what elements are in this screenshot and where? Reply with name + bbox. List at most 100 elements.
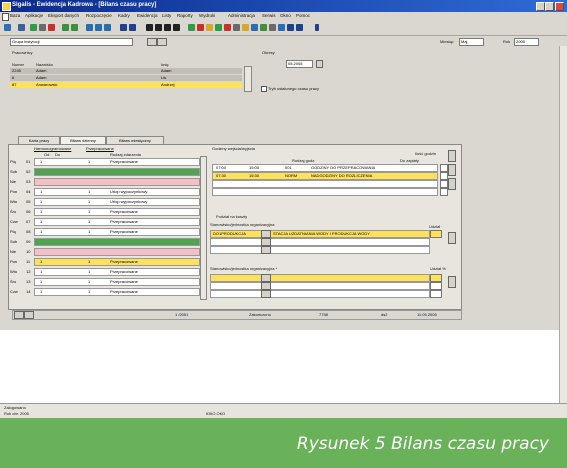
edit-icon[interactable] [206, 24, 213, 31]
employee-row-selected[interactable]: 87 Anwarowski Andrzej [10, 82, 242, 88]
menu-serwis[interactable]: Serwis [262, 13, 276, 18]
tools-icon[interactable] [269, 24, 276, 31]
calendar-row[interactable]: Śro 06 1 1 Przepracowane [10, 208, 200, 216]
refresh-icon[interactable] [86, 24, 93, 31]
arrow-end-icon[interactable] [296, 24, 303, 31]
employee-row[interactable]: 2245 Adam Adam [10, 68, 242, 74]
menu-eksport[interactable]: Eksport danych [48, 13, 79, 18]
up-icon[interactable] [104, 24, 111, 31]
menu-kadry[interactable]: Kadry [118, 13, 130, 18]
calendar-row[interactable]: Czw 07 1 1 Przepracowane [10, 218, 200, 226]
period-spin-button[interactable] [316, 60, 323, 68]
maximize-button[interactable] [545, 2, 554, 11]
event-row-empty[interactable] [212, 180, 438, 188]
structure-row-empty[interactable] [210, 246, 430, 254]
month-field[interactable]: Maj [459, 38, 484, 46]
menu-pomoc[interactable]: Pomoc [296, 13, 310, 18]
first-record-icon[interactable] [146, 24, 153, 31]
main-scrollbar[interactable] [559, 46, 567, 403]
calendar-row[interactable]: Pią 01 1 1 Przepracowane [10, 158, 200, 166]
calendar-row[interactable]: Pią 08 1 1 Przepracowane [10, 228, 200, 236]
minimize-button[interactable] [536, 2, 545, 11]
find-icon[interactable] [48, 24, 55, 31]
nav-forward-icon[interactable] [129, 24, 136, 31]
approve-icon[interactable] [215, 24, 222, 31]
calendar-row[interactable]: Śro 13 1 1 Przepracowane [10, 278, 200, 286]
menu-okno[interactable]: Okno [280, 13, 291, 18]
event-row-selected[interactable]: 07:30 15:30 NORM NADGODZINY DO ROZLICZEN… [212, 172, 438, 180]
delete-icon[interactable] [197, 24, 204, 31]
tab-karta-pracy[interactable]: Karta pracy [18, 136, 60, 144]
structure2-lookup-button[interactable] [261, 282, 271, 290]
calendar-row[interactable]: Nie 03 [10, 178, 200, 186]
sort-icon[interactable] [95, 24, 102, 31]
event-row-empty[interactable] [212, 188, 438, 196]
year-field[interactable]: 2005 [514, 38, 539, 46]
folder-icon[interactable] [242, 24, 249, 31]
employees-scrollbar[interactable] [244, 66, 252, 92]
add-icon[interactable] [188, 24, 195, 31]
nav-back-icon[interactable] [120, 24, 127, 31]
calc-icon[interactable] [233, 24, 240, 31]
save-icon[interactable] [18, 24, 25, 31]
calendar-row[interactable]: Sob 09 [10, 238, 200, 246]
group-field[interactable]: Grupa instytucji [10, 38, 133, 46]
structure2-share-field[interactable] [430, 290, 442, 298]
period-date-field[interactable]: 05.2005 [286, 60, 313, 68]
menu-baza[interactable]: Baza [10, 13, 20, 18]
calendar-row[interactable]: Nie 10 [10, 248, 200, 256]
structure2-share-field[interactable] [430, 282, 442, 290]
filter-icon[interactable] [30, 24, 37, 31]
calendar-scrollbar[interactable] [200, 156, 207, 300]
menu-administracja[interactable]: Administracja [228, 13, 255, 18]
prev-record-icon[interactable] [155, 24, 162, 31]
structure2-share-field[interactable] [430, 274, 442, 282]
employee-row[interactable]: 6 Adam Lis [10, 75, 242, 81]
structure-share-field[interactable] [430, 230, 442, 238]
event-side-checkbox[interactable] [440, 164, 448, 172]
tab-bilans-miesieczny[interactable]: Bilans miesięczny [106, 136, 164, 144]
event-side-checkbox[interactable] [440, 188, 448, 196]
chart-icon[interactable] [224, 24, 231, 31]
structure2-row-selected[interactable] [210, 274, 430, 282]
structure-row-empty[interactable] [210, 238, 430, 246]
exit-icon[interactable] [315, 24, 319, 31]
print-icon[interactable] [39, 24, 46, 31]
arrow-right-icon[interactable] [287, 24, 294, 31]
calendar-row[interactable]: Pon 04 1 1 Urlop wypoczynkowy [10, 188, 200, 196]
menu-aplikacje[interactable]: Aplikacje [25, 13, 43, 18]
grid-icon[interactable] [62, 24, 69, 31]
side-action-button[interactable] [448, 232, 456, 244]
group-clear-button[interactable] [157, 38, 167, 46]
menu-wydruki[interactable]: Wydruki [199, 13, 215, 18]
nav-prev-button[interactable] [14, 311, 24, 319]
structure-row-selected[interactable]: DO1PRODUKCJA STACJA UZDATNIANIA WODY I P… [210, 230, 430, 238]
structure-lookup-button[interactable] [261, 238, 271, 246]
close-button[interactable] [555, 2, 564, 11]
group-dropdown-button[interactable] [147, 38, 157, 46]
structure-lookup-button[interactable] [261, 246, 271, 254]
stats-icon[interactable] [260, 24, 267, 31]
event-side-checkbox[interactable] [440, 180, 448, 188]
side-action-button[interactable] [448, 276, 456, 288]
list-icon[interactable] [71, 24, 78, 31]
side-action-button[interactable] [448, 164, 456, 176]
side-action-button[interactable] [448, 150, 456, 162]
calendar-row[interactable]: Wto 05 1 1 Urlop wypoczynkowy [10, 198, 200, 206]
structure-lookup-button[interactable] [261, 230, 271, 238]
structure2-row-empty[interactable] [210, 282, 430, 290]
pin-icon[interactable] [4, 24, 11, 31]
last-record-icon[interactable] [173, 24, 180, 31]
side-action-button[interactable] [448, 178, 456, 190]
structure2-lookup-button[interactable] [261, 274, 271, 282]
nav-next-button[interactable] [24, 311, 34, 319]
calendar-row[interactable]: Wto 12 1 1 Przepracowane [10, 268, 200, 276]
structure2-row-empty[interactable] [210, 290, 430, 298]
structure2-lookup-button[interactable] [261, 290, 271, 298]
calendar-row[interactable]: Czw 14 1 1 Przepracowane [10, 288, 200, 296]
fixed-time-checkbox[interactable] [261, 86, 267, 92]
event-row[interactable]: 07:00 15:00 001 GODZINY DO PRZEPRACOWANI… [212, 164, 438, 172]
menu-ewidencja[interactable]: Ewidencja [137, 13, 158, 18]
calendar-row[interactable]: Sob 02 [10, 168, 200, 176]
menu-rozpoczecie[interactable]: Rozpoczęcie [86, 13, 112, 18]
